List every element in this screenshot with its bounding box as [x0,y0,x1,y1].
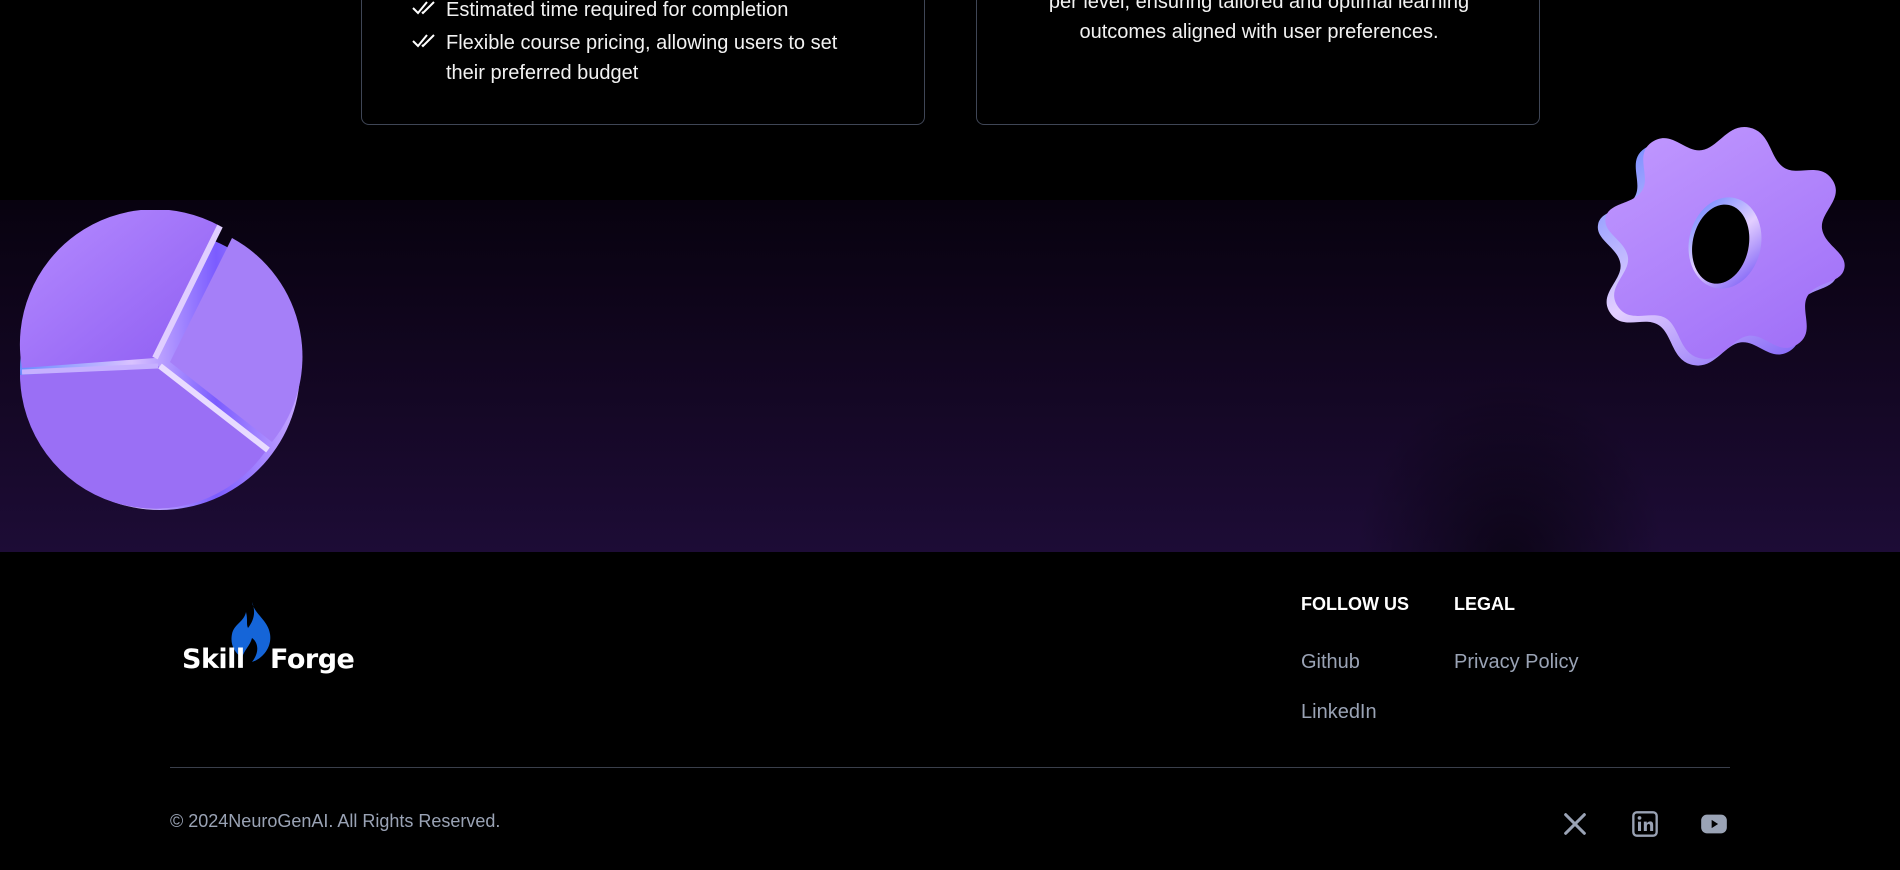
logo-word-forge: Forge [270,644,355,675]
privacy-policy-link[interactable]: Privacy Policy [1454,651,1578,674]
gear-3d-icon [1598,127,1845,366]
feature-card-right: per level, ensuring tailored and optimal… [976,0,1540,125]
feature-text: Estimated time required for completion [446,0,789,21]
copyright-text: © 2024NeuroGenAI. All Rights Reserved. [170,811,501,831]
feature-card-left: Estimated time required for completion F… [361,0,925,125]
feature-item: Flexible course pricing, allowing users … [412,28,876,88]
feature-description-line: per level, ensuring tailored and optimal… [1048,0,1470,13]
youtube-icon[interactable] [1700,810,1728,838]
double-check-icon [412,34,435,48]
github-link[interactable]: Github [1301,651,1360,674]
follow-us-heading: FOLLOW US [1301,594,1409,614]
legal-heading: LEGAL [1454,594,1515,614]
feature-text: Flexible course pricing, allowing users … [446,32,838,84]
feature-item: Estimated time required for completion [412,0,876,25]
pie-chart-3d-icon [19,210,303,510]
footer-divider [170,767,1730,768]
x-icon[interactable] [1561,810,1589,838]
double-check-icon [412,1,435,15]
linkedin-icon[interactable] [1631,810,1659,838]
logo-word-skill: Skill [182,644,245,675]
feature-description-line: outcomes aligned with user preferences. [1079,21,1439,43]
skillforge-logo[interactable]: Skill Forge [182,600,355,684]
linkedin-link[interactable]: LinkedIn [1301,701,1377,724]
